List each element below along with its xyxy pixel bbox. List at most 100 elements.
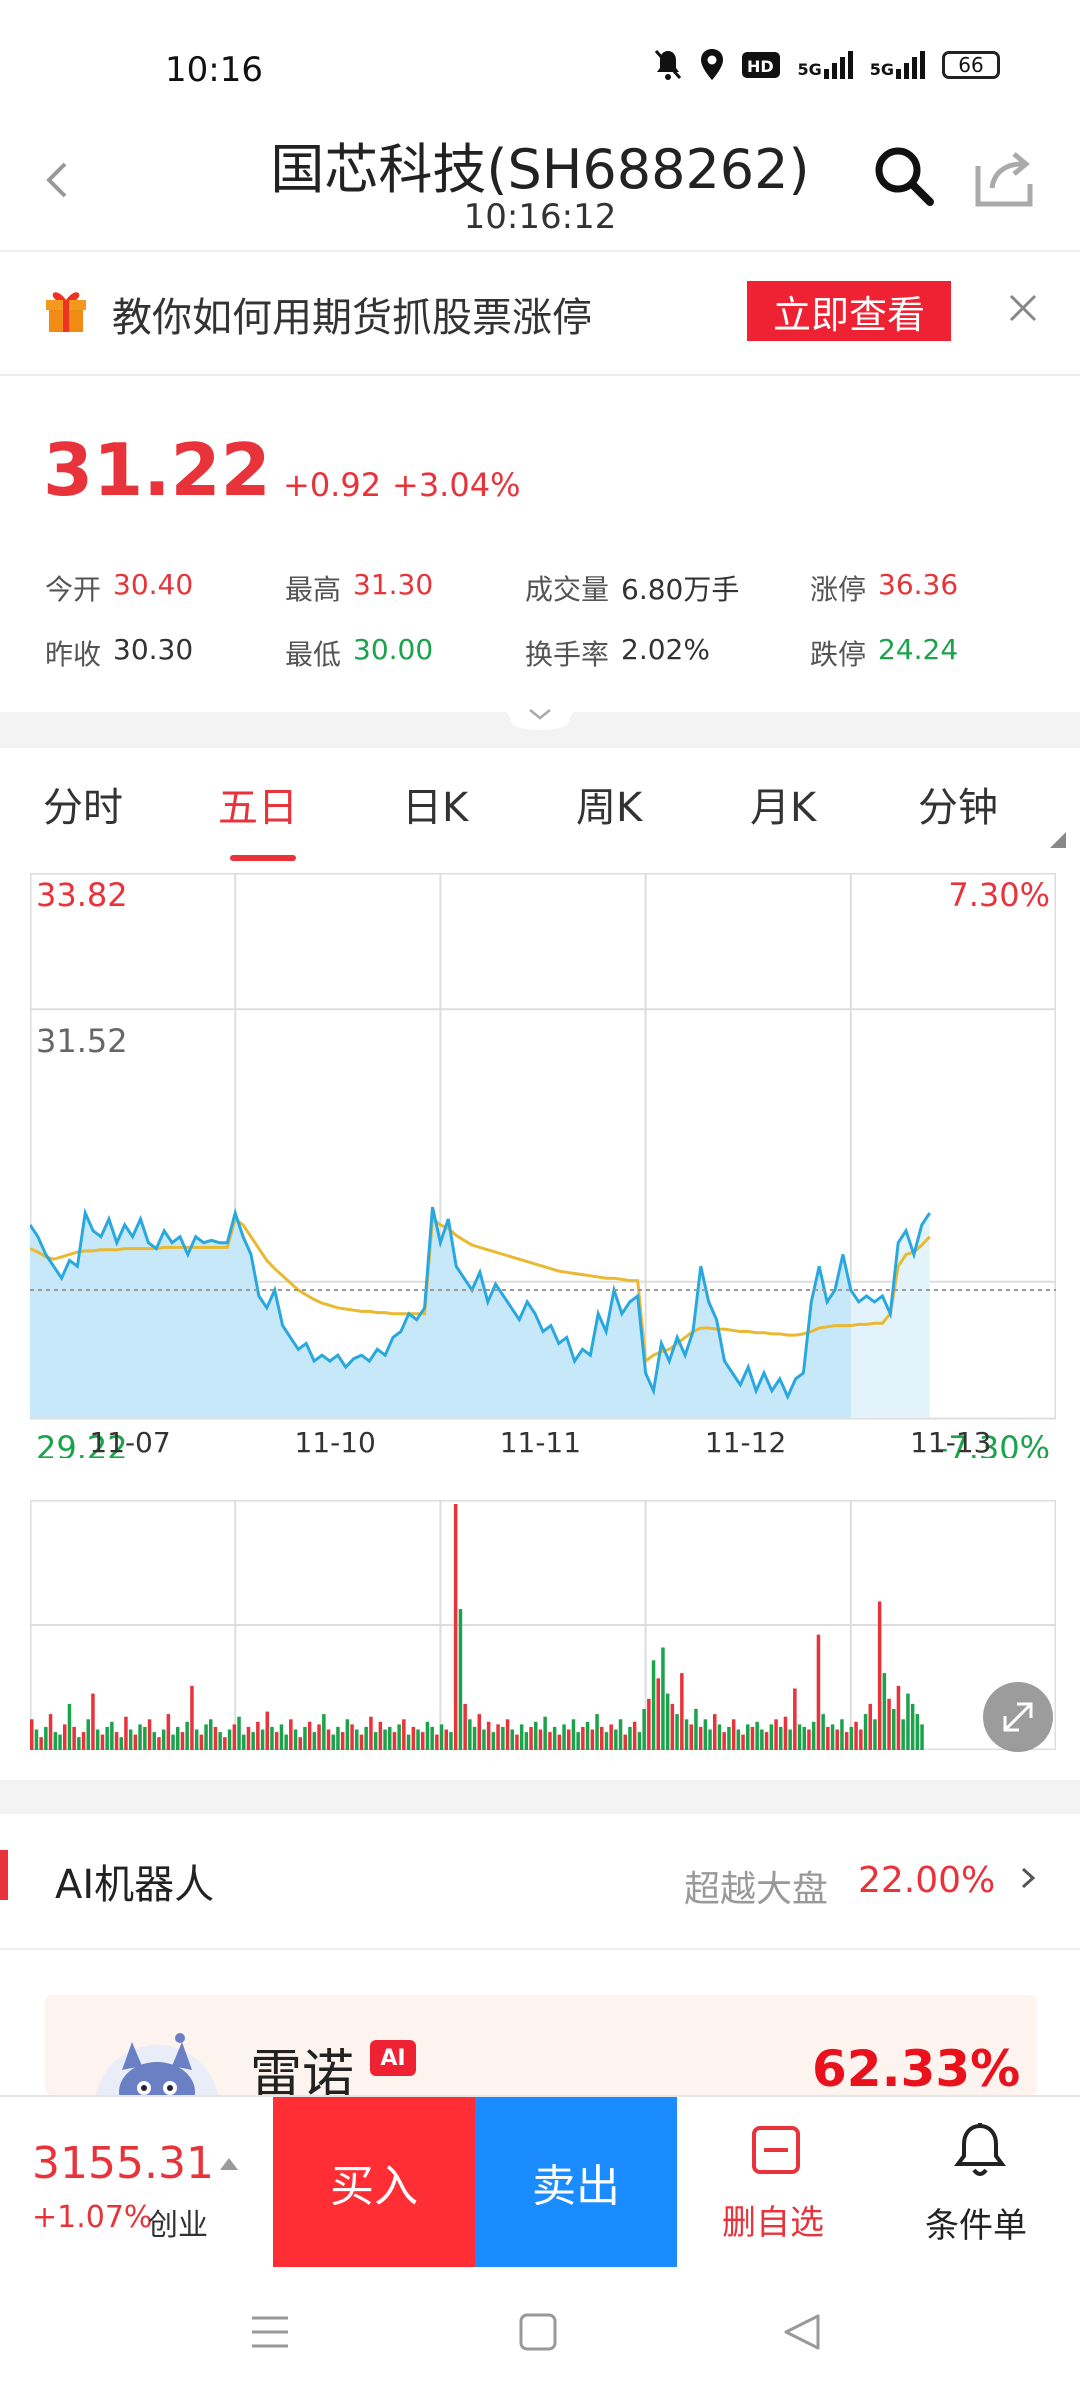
volume-bar <box>873 1719 877 1750</box>
volume-bar <box>722 1732 726 1750</box>
volume-bar <box>350 1724 354 1750</box>
volume-bar <box>632 1721 637 1750</box>
beat-market-label[interactable]: 超越大盘 <box>684 1860 828 1912</box>
volume-bar <box>665 1693 670 1750</box>
bell-icon[interactable] <box>953 2122 1007 2180</box>
remove-watchlist-icon[interactable] <box>751 2125 801 2175</box>
volume-bar <box>496 1724 500 1750</box>
stat-label: 换手率 <box>525 638 610 671</box>
volume-bar <box>444 1729 448 1750</box>
volume-bar <box>430 1726 434 1750</box>
tab-monthly-k[interactable]: 月K <box>750 775 816 833</box>
volume-bar <box>143 1726 147 1750</box>
five-day-price-chart[interactable]: 33.82 31.52 29.22 7.30% -7.30% 11-07 11-1… <box>30 873 1056 1458</box>
tab-five-day[interactable]: 五日 <box>218 775 298 833</box>
tab-dropdown-corner-icon[interactable] <box>1050 832 1066 848</box>
volume-bar <box>364 1726 368 1750</box>
volume-bar <box>557 1734 562 1750</box>
volume-bar <box>416 1729 420 1750</box>
tab-weekly-k[interactable]: 周K <box>576 775 642 833</box>
tab-intraday[interactable]: 分时 <box>43 775 123 833</box>
volume-bar <box>397 1724 401 1750</box>
index-name[interactable]: 创业 <box>148 2200 208 2244</box>
volume-bar <box>670 1703 675 1750</box>
chevron-right-icon[interactable] <box>1018 1866 1038 1890</box>
volume-bar <box>859 1729 863 1750</box>
beat-market-value[interactable]: 22.00% <box>858 1860 995 1901</box>
volume-bar <box>519 1724 524 1750</box>
stat-volume: 成交量 6.80万手 <box>525 568 739 608</box>
stat-label: 最低 <box>285 638 342 671</box>
volume-bar <box>910 1703 915 1750</box>
tab-daily-k[interactable]: 日K <box>402 775 468 833</box>
volume-bar <box>642 1709 646 1750</box>
volume-bar <box>232 1724 237 1750</box>
volume-bar <box>821 1714 825 1750</box>
volume-bar <box>510 1729 514 1750</box>
volume-bar <box>402 1719 406 1750</box>
search-icon[interactable] <box>868 140 938 210</box>
battery-level: 66 <box>958 53 984 77</box>
volume-bar <box>180 1732 185 1750</box>
stat-limit-up: 涨停 36.36 <box>810 568 958 608</box>
stat-turnover: 换手率 2.02% <box>525 633 710 673</box>
robot-return: 62.33% <box>812 2040 1021 2098</box>
pct-axis-max: 7.30% <box>948 876 1050 914</box>
index-change[interactable]: +1.07% <box>32 2200 152 2235</box>
volume-bar <box>312 1732 317 1750</box>
x-axis-label: 11-10 <box>295 1426 376 1458</box>
x-axis-label: 11-13 <box>910 1426 991 1458</box>
volume-bar <box>472 1726 477 1750</box>
network-2-label: 5G <box>869 60 894 79</box>
volume-bar <box>171 1734 175 1750</box>
volume-bar <box>571 1719 576 1750</box>
volume-bar <box>920 1724 924 1750</box>
banner-text[interactable]: 教你如何用期货抓股票涨停 <box>112 285 592 343</box>
divider <box>0 1948 1080 1950</box>
buy-button[interactable]: 买入 <box>273 2097 475 2267</box>
index-value[interactable]: 3155.31 <box>32 2138 214 2189</box>
volume-bar <box>468 1719 472 1750</box>
stat-label: 成交量 <box>525 573 610 606</box>
volume-bar <box>769 1724 774 1750</box>
volume-bar <box>378 1721 383 1750</box>
back-icon[interactable] <box>782 2312 822 2352</box>
volume-bar <box>604 1732 609 1750</box>
share-icon[interactable] <box>972 148 1036 208</box>
stat-label: 最高 <box>285 573 342 606</box>
volume-bar <box>190 1685 194 1750</box>
stat-open: 今开 30.40 <box>45 568 193 608</box>
volume-bar <box>100 1734 105 1750</box>
volume-bar <box>901 1719 905 1750</box>
fullscreen-button[interactable] <box>983 1682 1053 1752</box>
volume-bar <box>242 1734 246 1750</box>
menu-icon[interactable] <box>250 2312 290 2352</box>
volume-bar <box>882 1673 887 1750</box>
y-axis-max: 33.82 <box>36 876 128 914</box>
volume-bar <box>449 1732 453 1750</box>
condition-order-label[interactable]: 条件单 <box>925 2198 1027 2247</box>
expand-arrows-icon <box>1003 1702 1033 1732</box>
volume-bar <box>538 1729 543 1750</box>
home-icon[interactable] <box>518 2312 558 2352</box>
volume-bar <box>684 1719 689 1750</box>
volume-bar <box>486 1721 491 1750</box>
active-tab-indicator <box>230 855 296 861</box>
volume-bar <box>218 1732 222 1750</box>
volume-bar <box>383 1729 387 1750</box>
volume-bar <box>317 1724 321 1750</box>
volume-bar <box>105 1726 109 1750</box>
volume-bar <box>340 1732 345 1750</box>
tab-minute[interactable]: 分钟 <box>918 775 998 833</box>
sell-button[interactable]: 卖出 <box>475 2097 677 2267</box>
volume-bar <box>746 1724 750 1750</box>
volume-bar <box>260 1729 265 1750</box>
volume-chart[interactable] <box>30 1500 1056 1750</box>
volume-bar <box>63 1724 67 1750</box>
volume-bar <box>802 1726 806 1750</box>
volume-bar <box>618 1719 623 1750</box>
expand-chevron-icon[interactable] <box>500 700 580 734</box>
close-icon[interactable] <box>1005 290 1041 326</box>
view-now-button[interactable]: 立即查看 <box>747 281 951 341</box>
remove-watchlist-label[interactable]: 删自选 <box>722 2195 824 2244</box>
